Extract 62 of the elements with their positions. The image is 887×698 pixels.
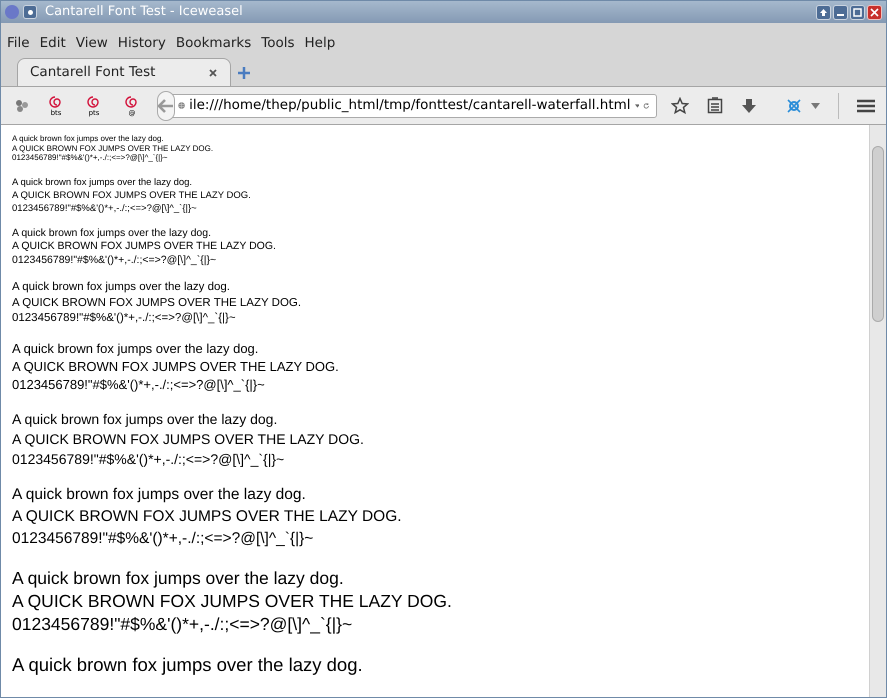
circles-icon[interactable] bbox=[15, 98, 29, 112]
scrollbar-thumb[interactable] bbox=[872, 146, 884, 322]
close-icon[interactable] bbox=[208, 68, 218, 78]
window-menu-icon[interactable] bbox=[23, 5, 37, 19]
sample-text-line: A QUICK BROWN FOX JUMPS OVER THE LAZY DOG. bbox=[12, 358, 339, 376]
sample-text-line: A quick brown fox jumps over the lazy dog. bbox=[12, 484, 306, 504]
dropdown-icon[interactable] bbox=[634, 102, 640, 108]
arrow-up-icon bbox=[819, 8, 828, 16]
url-field[interactable]: ile:///home/thep/public_html/tmp/fonttest/cantarell-waterfall.html bbox=[171, 94, 657, 118]
menu-item[interactable]: History bbox=[118, 32, 166, 53]
sample-text-line: A QUICK BROWN FOX JUMPS OVER THE LAZY DOG. bbox=[12, 188, 251, 202]
menu-item[interactable]: View bbox=[76, 32, 108, 53]
back-button[interactable] bbox=[157, 90, 175, 120]
plus-icon[interactable] bbox=[237, 66, 251, 80]
sample-text-line: A quick brown fox jumps over the lazy dog. bbox=[12, 280, 230, 295]
close-button[interactable] bbox=[867, 4, 882, 20]
sample-text-line: 0123456789!"#$%&'()*+,-./:;<=>?@[\]^_`{|}~ bbox=[12, 153, 168, 162]
menu-icon[interactable] bbox=[857, 98, 875, 112]
minimize-button[interactable] bbox=[833, 4, 848, 20]
sample-text-line: 0123456789!"#$%&'()*+,-./:;<=>?@[\]^_`{|}~ bbox=[12, 202, 197, 214]
sample-text-line: 0123456789!"#$%&'()*+,-./:;<=>?@[\]^_`{|}~ bbox=[12, 376, 265, 394]
sample-text-line: A QUICK BROWN FOX JUMPS OVER THE LAZY DOG. bbox=[12, 144, 214, 153]
raise-button[interactable] bbox=[816, 4, 831, 20]
swirl-icon bbox=[48, 94, 62, 108]
maximize-icon bbox=[853, 8, 862, 16]
download-icon[interactable] bbox=[741, 98, 757, 114]
sample-text-line: 0123456789!"#$%&'()*+,-./:;<=>?@[\]^_`{|}~ bbox=[12, 311, 236, 326]
sample-text-line: A QUICK BROWN FOX JUMPS OVER THE LAZY DOG. bbox=[12, 590, 452, 612]
clipboard-icon[interactable] bbox=[707, 97, 723, 114]
sample-text-line: A QUICK BROWN FOX JUMPS OVER THE LAZY DOG. bbox=[12, 430, 364, 448]
menu-item[interactable]: Tools bbox=[261, 32, 295, 53]
caret-icon bbox=[811, 102, 820, 108]
sample-text-line: A quick brown fox jumps over the lazy dog. bbox=[12, 226, 212, 240]
menu-item[interactable]: Bookmarks bbox=[176, 32, 252, 53]
app-icon bbox=[5, 5, 19, 19]
sample-text-line: 0123456789!"#$%&'()*+,-./:;<=>?@[\]^_`{|}~ bbox=[12, 528, 314, 548]
sample-text-line: A quick brown fox jumps over the lazy dog. bbox=[12, 176, 192, 188]
menu-item[interactable]: File bbox=[7, 32, 30, 53]
sample-text-line: 0123456789!"#$%&'()*+,-./:;<=>?@[\]^_`{|}~ bbox=[12, 612, 352, 636]
maximize-button[interactable] bbox=[850, 4, 865, 20]
extension-button[interactable] bbox=[785, 96, 820, 114]
menu-item[interactable]: Edit bbox=[40, 32, 66, 53]
star-icon[interactable] bbox=[671, 96, 689, 114]
close-icon bbox=[870, 8, 879, 16]
sample-text-line: A quick brown fox jumps over the lazy dog. bbox=[12, 410, 278, 428]
swirl-icon bbox=[124, 94, 138, 108]
sample-text-line: 0123456789!"#$%&'()*+,-./:;<=>?@[\]^_`{|}~ bbox=[12, 254, 216, 267]
sample-text-line: A quick brown fox jumps over the lazy dog. bbox=[12, 566, 344, 590]
sample-text-line: A QUICK BROWN FOX JUMPS OVER THE LAZY DOG. bbox=[12, 296, 302, 310]
menu-item[interactable]: Help bbox=[304, 32, 336, 53]
sample-text-line: 0123456789!"#$%&'()*+,-./:;<=>?@[\]^_`{|}~ bbox=[12, 450, 284, 468]
network-icon bbox=[785, 96, 803, 114]
sample-text-line: A QUICK BROWN FOX JUMPS OVER THE LAZY DOG. bbox=[12, 240, 276, 254]
sample-text-line: A quick brown fox jumps over the lazy dog. bbox=[12, 134, 164, 144]
window-title: Cantarell Font Test - Iceweasel bbox=[45, 3, 243, 22]
sample-text-line: A QUICK BROWN FOX JUMPS OVER THE LAZY DOG. bbox=[12, 506, 402, 526]
sample-text-line: A quick brown fox jumps over the lazy dog. bbox=[12, 652, 363, 676]
sample-text-line: A quick brown fox jumps over the lazy dog. bbox=[12, 340, 258, 358]
swirl-icon bbox=[86, 94, 100, 108]
scrollbar[interactable] bbox=[869, 125, 886, 697]
minimize-icon bbox=[837, 14, 844, 16]
browser-tab[interactable]: Cantarell Font Test bbox=[17, 58, 231, 86]
